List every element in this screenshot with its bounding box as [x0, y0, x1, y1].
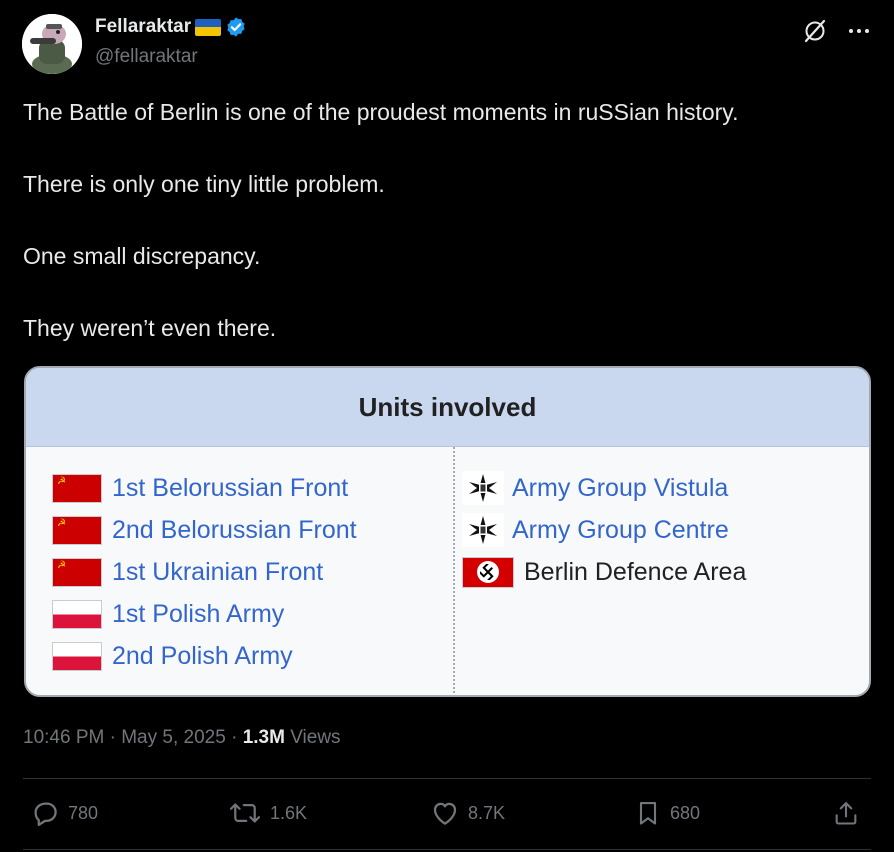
tweet-paragraph: The Battle of Berlin is one of the proud…: [23, 99, 739, 125]
grok-icon[interactable]: [802, 18, 828, 44]
tweet-paragraph: One small discrepancy.: [23, 243, 261, 269]
card-title: Units involved: [358, 391, 537, 422]
reply-button[interactable]: 780: [30, 798, 98, 828]
like-count: 8.7K: [468, 802, 506, 823]
action-bar: 780 1.6K 8.7K 680: [30, 798, 870, 832]
bookmark-button[interactable]: 680: [634, 798, 700, 828]
iron-cross-flag-icon: [462, 513, 504, 547]
unit-row: 2nd Belorussian Front: [52, 509, 357, 551]
soviet-flag-icon: [52, 557, 102, 587]
unit-link: Army Group Centre: [512, 515, 729, 544]
unit-link: 1st Polish Army: [112, 599, 285, 628]
unit-row: 1st Ukrainian Front: [52, 551, 357, 593]
meta-separator: ·: [231, 727, 238, 748]
soviet-flag-icon: [52, 473, 102, 503]
more-options-icon[interactable]: [848, 28, 870, 34]
unit-row: 2nd Polish Army: [52, 635, 357, 677]
unit-link: Army Group Vistula: [512, 473, 729, 502]
units-table: 1st Belorussian Front 2nd Belorussian Fr…: [26, 447, 869, 695]
author-name[interactable]: Fellaraktar: [95, 16, 191, 38]
share-icon: [835, 802, 857, 825]
views-label: Views: [290, 727, 341, 748]
axis-units: Army Group Vistula Army Group Centre Ber…: [462, 467, 746, 593]
unit-row: 1st Belorussian Front: [52, 467, 357, 509]
unit-row: Army Group Vistula: [462, 467, 746, 509]
bookmark-icon: [639, 802, 657, 825]
unit-link: 1st Ukrainian Front: [112, 557, 324, 586]
unit-row: Army Group Centre: [462, 509, 746, 551]
soviet-flag-icon: [52, 515, 102, 545]
meta-separator: ·: [109, 727, 116, 748]
divider: [23, 778, 871, 779]
timestamp-date[interactable]: May 5, 2025: [121, 727, 226, 748]
column-divider: [453, 447, 455, 695]
repost-count: 1.6K: [270, 802, 308, 823]
tweet-paragraph: There is only one tiny little problem.: [23, 171, 385, 197]
tweet-header: Fellaraktar @fellaraktar: [22, 14, 872, 76]
unit-link: 1st Belorussian Front: [112, 473, 349, 502]
poland-flag-icon: [52, 599, 102, 629]
share-button[interactable]: [832, 798, 860, 828]
repost-button[interactable]: 1.6K: [228, 798, 307, 828]
unit-label: Berlin Defence Area: [524, 557, 747, 586]
unit-link: 2nd Belorussian Front: [112, 515, 357, 544]
bookmark-count: 680: [670, 802, 701, 823]
unit-link: 2nd Polish Army: [112, 641, 293, 670]
allied-units: 1st Belorussian Front 2nd Belorussian Fr…: [52, 467, 357, 677]
unit-row: 1st Polish Army: [52, 593, 357, 635]
ukraine-flag-icon: [195, 18, 222, 36]
divider: [23, 849, 871, 850]
war-flag-icon: [462, 556, 514, 588]
iron-cross-flag-icon: [462, 471, 504, 505]
unit-row: Berlin Defence Area: [462, 551, 746, 593]
card-header: Units involved: [26, 368, 869, 447]
tweet-paragraph: They weren’t even there.: [23, 315, 277, 341]
timestamp-time[interactable]: 10:46 PM: [23, 727, 104, 748]
tweet-meta: 10:46 PM · May 5, 2025 · 1.3M Views: [23, 727, 341, 749]
poland-flag-icon: [52, 641, 102, 671]
avatar[interactable]: [22, 14, 82, 74]
reply-icon: [34, 802, 57, 826]
reply-count: 780: [68, 802, 99, 823]
repost-icon: [229, 803, 261, 823]
like-button[interactable]: 8.7K: [430, 798, 505, 828]
views-count: 1.3M: [242, 727, 285, 748]
tweet-body: The Battle of Berlin is one of the proud…: [23, 98, 873, 386]
heart-icon: [433, 802, 457, 825]
author-handle[interactable]: @fellaraktar: [95, 46, 198, 68]
verified-badge-icon[interactable]: [225, 16, 247, 38]
attached-image[interactable]: Units involved 1st Belorussian Front 2nd…: [24, 366, 871, 697]
